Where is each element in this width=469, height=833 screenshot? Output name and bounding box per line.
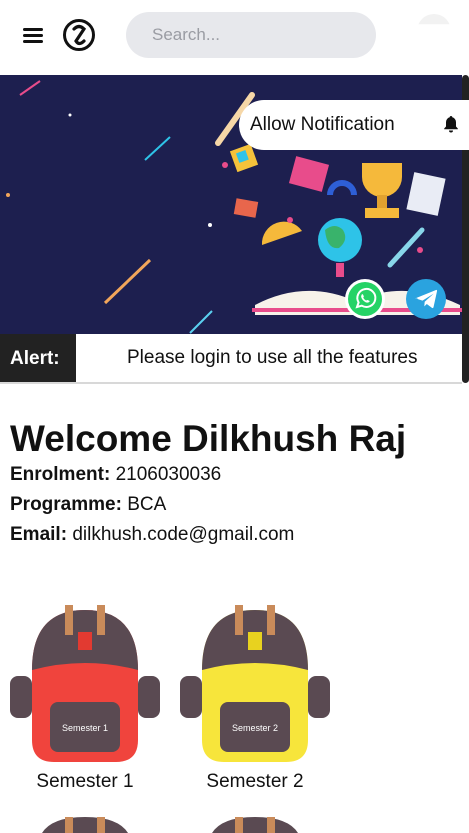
top-header [0, 0, 469, 75]
alert-label: Alert: [0, 334, 76, 382]
logo-icon[interactable] [62, 18, 96, 52]
programme-value: BCA [127, 494, 167, 515]
programme-row: Programme: BCA [10, 494, 166, 516]
enrolment-value: 2106030036 [115, 464, 222, 485]
semester-card-3-partial[interactable] [10, 814, 160, 833]
backpack-patch-label: Semester 2 [232, 723, 278, 733]
allow-notification-label: Allow Notification [250, 114, 395, 135]
semester-card-4-partial[interactable] [180, 814, 330, 833]
semester-caption: Semester 2 [206, 771, 304, 792]
programme-label: Programme: [10, 494, 122, 515]
search-input[interactable] [126, 12, 376, 58]
email-label: Email: [10, 524, 68, 545]
telegram-icon[interactable] [405, 278, 447, 320]
email-row: Email: dilkhush.code@gmail.com [10, 524, 294, 546]
email-value: dilkhush.code@gmail.com [72, 524, 295, 545]
avatar[interactable] [417, 14, 451, 25]
backpack-patch-label: Semester 1 [62, 723, 108, 733]
alert-message: Please login to use all the features [127, 347, 418, 368]
semester-card-2[interactable]: Semester 2 Semester 2 [180, 604, 330, 804]
whatsapp-icon[interactable] [344, 278, 386, 320]
enrolment-row: Enrolment: 2106030036 [10, 464, 221, 486]
bell-icon [444, 116, 458, 133]
welcome-heading: Welcome Dilkhush Raj [10, 418, 407, 459]
backpack-icon: Semester 1 [10, 605, 160, 762]
backpack-icon: Semester 2 [180, 605, 330, 762]
alert-bar: Alert: Please login to use all the featu… [0, 334, 462, 384]
allow-notification-button[interactable]: Allow Notification [239, 100, 469, 150]
enrolment-label: Enrolment: [10, 464, 111, 485]
semester-caption: Semester 1 [36, 771, 134, 792]
hamburger-menu-icon[interactable] [23, 28, 43, 44]
semester-card-1[interactable]: Semester 1 Semester 1 [10, 604, 160, 804]
